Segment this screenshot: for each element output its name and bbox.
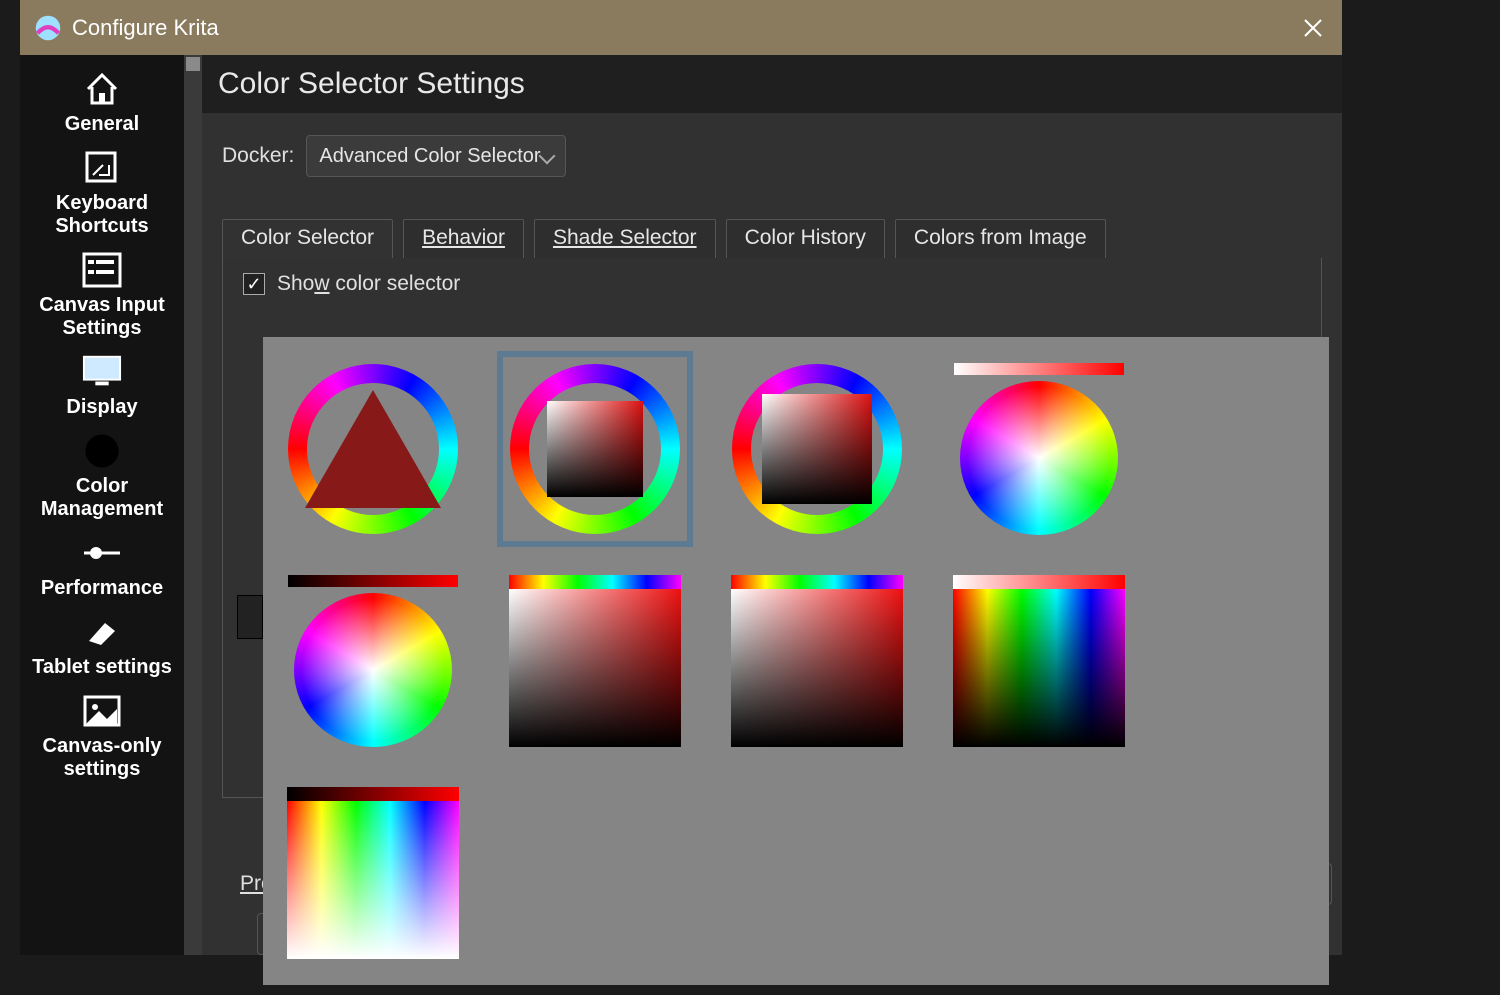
selector-type-popup — [263, 337, 1329, 985]
selector-type-ring-square-alt[interactable] — [725, 357, 909, 541]
scrollbar-thumb[interactable] — [186, 57, 200, 71]
sidebar-item-canvas-input[interactable]: Canvas Input Settings — [20, 246, 184, 348]
selector-type-wheel-val[interactable] — [281, 569, 465, 753]
tab-shade-selector[interactable]: Shade Selector — [534, 219, 716, 258]
sidebar-item-tablet[interactable]: Tablet settings — [20, 608, 184, 687]
docker-row: Docker: Advanced Color Selector — [222, 135, 1322, 177]
selector-type-hsv-rect-value[interactable] — [947, 569, 1131, 753]
color-wheel-icon — [82, 431, 122, 471]
sidebar-item-label: Color Management — [20, 475, 184, 521]
close-button[interactable] — [1298, 13, 1328, 43]
preview-swatch — [237, 595, 263, 639]
sidebar-item-label: Keyboard Shortcuts — [20, 192, 184, 238]
sidebar-item-label: Performance — [41, 577, 163, 600]
sidebar-item-label: General — [65, 113, 139, 136]
sidebar: General Keyboard Shortcuts Canvas Input … — [20, 55, 184, 955]
selector-type-ring-square[interactable] — [503, 357, 687, 541]
sidebar-item-display[interactable]: Display — [20, 348, 184, 427]
show-color-selector-row[interactable]: ✓ Show color selector — [243, 272, 1301, 296]
sidebar-item-label: Canvas-only settings — [20, 735, 184, 781]
selector-type-grid — [281, 357, 1311, 965]
selector-type-huebar-sv-large[interactable] — [725, 569, 909, 753]
selector-type-wheel-sat[interactable] — [947, 357, 1131, 541]
sidebar-item-canvas-only[interactable]: Canvas-only settings — [20, 687, 184, 789]
sidebar-scrollbar[interactable] — [184, 55, 202, 955]
sidebar-item-general[interactable]: General — [20, 65, 184, 144]
slider-icon — [82, 533, 122, 573]
docker-combo[interactable]: Advanced Color Selector — [306, 135, 565, 177]
tab-colors-from-image[interactable]: Colors from Image — [895, 219, 1106, 258]
sidebar-item-label: Tablet settings — [32, 656, 172, 679]
monitor-icon — [82, 352, 122, 392]
sidebar-item-performance[interactable]: Performance — [20, 529, 184, 608]
form-icon — [82, 250, 122, 290]
sidebar-item-color-management[interactable]: Color Management — [20, 427, 184, 529]
docker-value: Advanced Color Selector — [319, 145, 540, 168]
tab-color-history[interactable]: Color History — [726, 219, 885, 258]
window-title: Configure Krita — [72, 15, 1298, 41]
image-icon — [82, 691, 122, 731]
show-color-selector-checkbox[interactable]: ✓ — [243, 273, 265, 295]
docker-label: Docker: — [222, 144, 294, 168]
tab-behavior[interactable]: Behavior — [403, 219, 524, 258]
sidebar-item-keyboard-shortcuts[interactable]: Keyboard Shortcuts — [20, 144, 184, 246]
titlebar[interactable]: Configure Krita — [20, 0, 1342, 55]
tab-color-selector[interactable]: Color Selector — [222, 219, 393, 258]
sidebar-item-label: Display — [66, 396, 137, 419]
selector-type-ring-triangle[interactable] — [281, 357, 465, 541]
page-title: Color Selector Settings — [218, 67, 1326, 101]
app-icon — [34, 14, 62, 42]
home-icon — [82, 69, 122, 109]
page-header: Color Selector Settings — [202, 55, 1342, 113]
eraser-icon — [82, 612, 122, 652]
selector-type-hsl-rect-light[interactable] — [281, 781, 465, 965]
show-color-selector-label: Show color selector — [277, 272, 460, 296]
shortcut-icon — [82, 148, 122, 188]
tab-bar: Color Selector Behavior Shade Selector C… — [222, 219, 1322, 258]
sidebar-item-label: Canvas Input Settings — [20, 294, 184, 340]
selector-type-huebar-sv[interactable] — [503, 569, 687, 753]
